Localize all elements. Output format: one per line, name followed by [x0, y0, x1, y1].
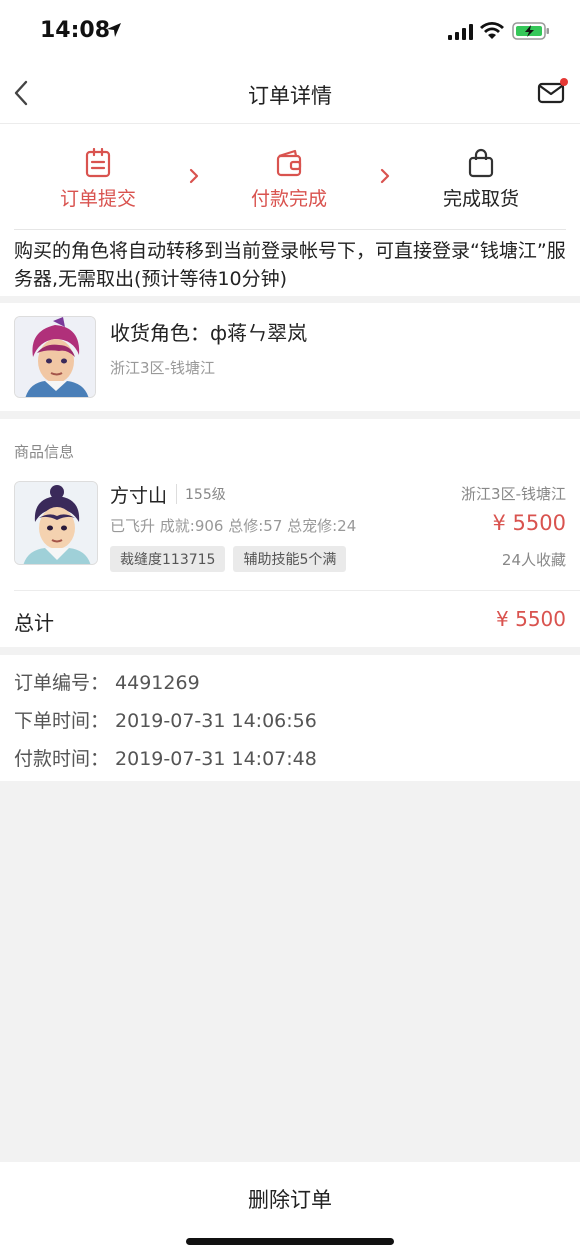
item-level: 155级	[176, 484, 226, 504]
tag: 裁缝度113715	[110, 546, 226, 572]
item-name: 方寸山	[110, 485, 168, 507]
receiver-role-name: 收货角色：ф蒋ㄣ翠岚	[110, 321, 308, 345]
transfer-notice: 购买的角色将自动转移到当前登录帐号下，可直接登录“钱塘江”服务器,无需取出(预计…	[0, 230, 580, 296]
order-time: 下单时间： 2019-07-31 14:06:56	[14, 710, 317, 732]
payment-time: 付款时间： 2019-07-31 14:07:48	[14, 748, 317, 770]
battery-charging-icon	[512, 22, 549, 40]
wifi-icon	[480, 22, 504, 39]
delete-order-button[interactable]: 删除订单	[0, 1184, 580, 1214]
shopping-bag-icon	[468, 148, 494, 178]
item-server: 浙江3区-钱塘江	[461, 485, 566, 503]
notice-text: 购买的角色将自动转移到当前登录帐号下，可直接登录“钱塘江”服务器,无需取出(预计…	[14, 240, 566, 290]
message-envelope-icon[interactable]	[536, 76, 568, 108]
item-tags: 裁缝度113715 辅助技能5个满	[110, 546, 354, 572]
order-progress-steps: 订单提交 付款完成 完成取货	[0, 124, 580, 230]
nav-bar: 订单详情	[0, 62, 580, 124]
favorites-count: 24人收藏	[501, 551, 566, 569]
receiver-card: 收货角色：ф蒋ㄣ翠岚 浙江3区-钱塘江	[0, 303, 580, 411]
clipboard-icon	[85, 148, 111, 178]
receiver-avatar	[14, 316, 96, 398]
character-portrait-icon	[15, 317, 95, 397]
item-stats: 已飞升 成就:906 总修:57 总宠修:24	[110, 517, 357, 535]
order-number: 订单编号： 4491269	[14, 672, 200, 694]
receiver-server: 浙江3区-钱塘江	[110, 359, 215, 377]
item-price: ¥ 5500	[492, 511, 566, 535]
step-label: 付款完成	[250, 188, 327, 210]
cellular-signal-icon	[448, 24, 473, 40]
chevron-right-icon	[380, 168, 390, 184]
goods-avatar[interactable]	[14, 481, 98, 565]
character-portrait-icon	[15, 482, 97, 564]
step-payment-completed: 付款完成	[229, 148, 349, 211]
order-info-card: 订单编号： 4491269 下单时间： 2019-07-31 14:06:56 …	[0, 655, 580, 781]
goods-info-card: 商品信息 方寸山 155级 浙江3区-钱塘江 已飞升 成就:906 总修:57 …	[0, 419, 580, 647]
section-title: 商品信息	[14, 443, 75, 461]
total-label: 总计	[14, 611, 54, 635]
home-indicator	[186, 1238, 394, 1245]
status-bar: 14:08	[0, 0, 580, 62]
status-time: 14:08	[40, 18, 111, 43]
chevron-right-icon	[189, 168, 199, 184]
step-pickup-completed: 完成取货	[421, 148, 541, 211]
total-value: ¥ 5500	[496, 607, 566, 631]
step-label: 订单提交	[59, 188, 136, 210]
bottom-bar: 删除订单	[0, 1162, 580, 1256]
wallet-icon	[276, 149, 302, 177]
tag: 辅助技能5个满	[233, 546, 347, 572]
page-title: 订单详情	[248, 84, 332, 108]
step-order-submitted: 订单提交	[38, 148, 158, 211]
location-arrow-icon	[107, 23, 121, 37]
divider	[14, 590, 580, 591]
step-label: 完成取货	[442, 188, 519, 210]
